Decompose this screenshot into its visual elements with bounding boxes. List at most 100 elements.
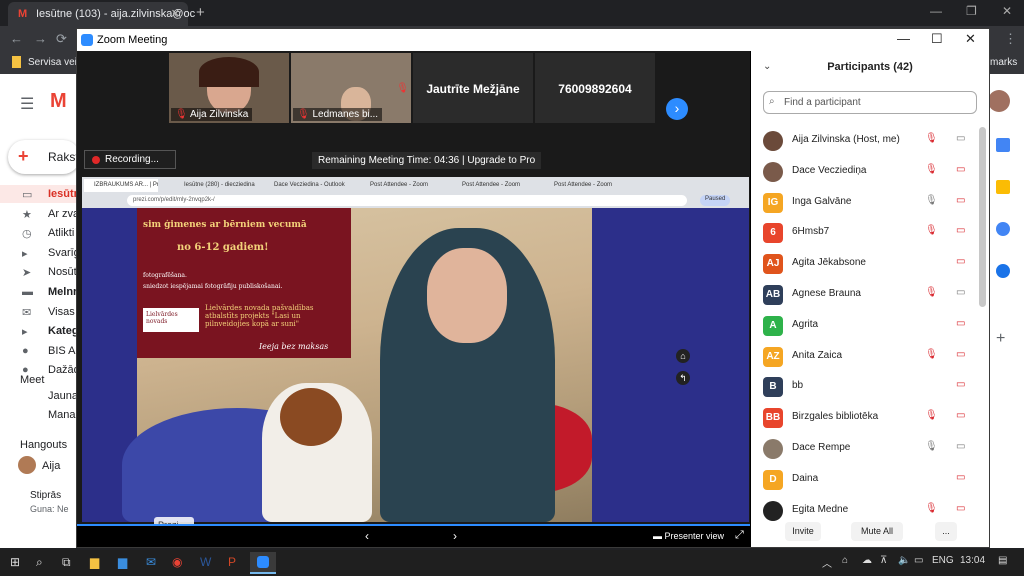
video-off-icon[interactable]: ▭ — [956, 441, 965, 452]
video-thumb-1[interactable]: 🎙 Aija Zilvinska — [169, 53, 289, 123]
video-off-icon[interactable]: ▭ — [956, 133, 965, 144]
home-icon[interactable]: ⌂ — [676, 349, 690, 363]
bookmark-link-right[interactable]: marks — [990, 57, 1017, 68]
close-window-icon[interactable]: ✕ — [1002, 4, 1012, 18]
participant-row[interactable]: Bbb ▭ — [751, 373, 979, 404]
tasks-icon[interactable] — [996, 222, 1010, 236]
tray-volume-icon[interactable]: 🔈 — [898, 555, 910, 566]
video-off-icon[interactable]: ▭ — [956, 318, 965, 329]
windows-start-icon[interactable]: ⊞ — [10, 555, 20, 569]
participant-row[interactable]: Dace Vecziediņa 🎙 ▭ — [751, 158, 979, 189]
clock[interactable]: 13:04 — [960, 555, 985, 566]
mic-muted-icon[interactable]: 🎙 — [925, 195, 938, 206]
participant-row[interactable]: IG Inga Galvāne 🎙 ▭ — [751, 189, 979, 220]
step-back-icon[interactable]: ↰ — [676, 371, 690, 385]
video-off-icon[interactable]: ▭ — [956, 379, 965, 390]
participant-row[interactable]: AZ Anita Zaica 🎙 ▭ — [751, 343, 979, 374]
hangouts-chat[interactable]: Stiprās — [30, 490, 61, 501]
participant-search-input[interactable]: ⌕ Find a participant — [763, 91, 977, 114]
video-off-icon[interactable]: ▭ — [956, 287, 965, 298]
zoom-close-icon[interactable]: ✕ — [965, 31, 976, 47]
keep-icon[interactable] — [996, 180, 1010, 194]
calendar-icon[interactable] — [996, 138, 1010, 152]
video-off-icon[interactable]: ▭ — [956, 349, 965, 360]
mic-muted-icon[interactable]: 🎙 — [925, 349, 938, 360]
video-off-icon[interactable]: ▭ — [956, 225, 965, 236]
hangouts-user[interactable]: Aija — [42, 460, 60, 472]
add-addon-icon[interactable]: + — [996, 330, 1005, 348]
notifications-icon[interactable]: ▤ — [998, 555, 1007, 566]
back-icon[interactable]: ← — [10, 31, 23, 46]
mail-icon[interactable]: ✉ — [146, 555, 156, 569]
next-page-arrow-icon[interactable]: › — [666, 98, 688, 120]
video-off-icon[interactable]: ▭ — [956, 410, 965, 421]
hamburger-menu-icon[interactable]: ☰ — [20, 94, 34, 114]
file-explorer-icon[interactable]: ▆ — [90, 555, 99, 569]
tray-battery-icon[interactable]: ▭ — [914, 555, 923, 566]
zoom-maximize-icon[interactable]: ☐ — [931, 31, 943, 47]
restore-icon[interactable]: ❐ — [966, 4, 977, 18]
task-view-icon[interactable]: ⧉ — [62, 555, 71, 570]
zoom-taskbar-button[interactable] — [250, 552, 276, 574]
gmail-folder-item[interactable]: Ar zva — [48, 208, 79, 220]
more-options-button[interactable]: ... — [935, 522, 957, 541]
chrome-icon[interactable]: ◉ — [172, 555, 182, 569]
forward-icon[interactable]: → — [34, 31, 47, 46]
browser-menu-icon[interactable]: ⋮ — [1004, 31, 1017, 47]
account-avatar[interactable] — [988, 90, 1010, 112]
participant-row[interactable]: Dace Rempe 🎙 ▭ — [751, 435, 979, 466]
video-off-icon[interactable]: ▭ — [956, 256, 965, 267]
mic-muted-icon[interactable]: 🎙 — [925, 410, 938, 421]
new-tab-button[interactable]: + — [196, 4, 205, 21]
contacts-icon[interactable] — [996, 264, 1010, 278]
gmail-folder-item[interactable]: Visas — [48, 306, 75, 318]
participant-row[interactable]: AJ Agita Jēkabsone ▭ — [751, 250, 979, 281]
fullscreen-icon[interactable]: ⤢ — [735, 529, 744, 542]
participant-row[interactable]: Aija Zilvinska (Host, me) 🎙 ▭ — [751, 127, 979, 158]
reload-icon[interactable]: ⟳ — [56, 31, 67, 47]
mute-all-button[interactable]: Mute All — [851, 522, 903, 541]
participant-row[interactable]: 6 6Hmsb7 🎙 ▭ — [751, 219, 979, 250]
gmail-logo-icon[interactable]: M — [50, 90, 67, 113]
minimize-icon[interactable]: — — [930, 4, 942, 18]
powerpoint-icon[interactable]: P — [228, 555, 236, 569]
participant-scrollbar[interactable] — [979, 127, 986, 307]
participant-row[interactable]: AB Agnese Brauna 🎙 ▭ — [751, 281, 979, 312]
taskbar-search-icon[interactable]: ⌕ — [36, 555, 43, 570]
previous-slide-icon[interactable]: ‹ — [365, 529, 369, 543]
name-thumb-4[interactable]: 76009892604 — [535, 53, 655, 123]
tray-network-icon[interactable]: ⌂ — [842, 555, 848, 566]
mic-muted-icon[interactable]: 🎙 — [925, 287, 938, 298]
language-indicator[interactable]: ENG — [932, 555, 954, 566]
video-off-icon[interactable]: ▭ — [956, 472, 965, 483]
invite-button[interactable]: Invite — [785, 522, 821, 541]
zoom-minimize-icon[interactable]: — — [897, 31, 910, 46]
mic-muted-icon[interactable]: 🎙 — [925, 225, 938, 236]
word-icon[interactable]: W — [200, 555, 211, 569]
store-icon[interactable]: ▆ — [118, 555, 127, 569]
meet-new[interactable]: Jauna — [48, 390, 78, 402]
tray-chevron-icon[interactable]: ︿ — [822, 555, 832, 570]
video-thumb-2[interactable]: 🎙 Ledmanes bi... 🎙 — [291, 53, 411, 123]
mic-muted-icon[interactable]: 🎙 — [925, 164, 938, 175]
tray-onedrive-icon[interactable]: ☁ — [862, 555, 872, 566]
gmail-folder-item[interactable]: Nosūt — [48, 266, 77, 278]
video-off-icon[interactable]: ▭ — [956, 503, 965, 514]
gmail-folder-item[interactable]: Kateg — [48, 325, 79, 337]
close-tab-icon[interactable]: ✕ — [171, 7, 180, 20]
gmail-folder-item[interactable]: Atlikti — [48, 227, 74, 239]
compose-button[interactable]: + Rakst — [8, 140, 80, 174]
bookmark-link[interactable]: Servisa veik — [28, 57, 82, 68]
participant-row[interactable]: D Daina ▭ — [751, 466, 979, 497]
name-thumb-3[interactable]: Jautrīte Mežjāne — [413, 53, 533, 123]
tray-wifi-icon[interactable]: ⊼ — [880, 555, 887, 566]
mic-muted-icon[interactable]: 🎙 — [925, 133, 938, 144]
remaining-time-banner[interactable]: Remaining Meeting Time: 04:36 | Upgrade … — [312, 152, 542, 169]
recording-indicator[interactable]: Recording... — [84, 150, 176, 169]
presenter-view-button[interactable]: ▬ Presenter view — [653, 531, 724, 541]
video-off-icon[interactable]: ▭ — [956, 164, 965, 175]
participant-row[interactable]: BB Birzgales bibliotēka 🎙 ▭ — [751, 404, 979, 435]
video-off-icon[interactable]: ▭ — [956, 195, 965, 206]
participant-row[interactable]: A Agrita ▭ — [751, 312, 979, 343]
meet-my[interactable]: Mana — [48, 409, 76, 421]
